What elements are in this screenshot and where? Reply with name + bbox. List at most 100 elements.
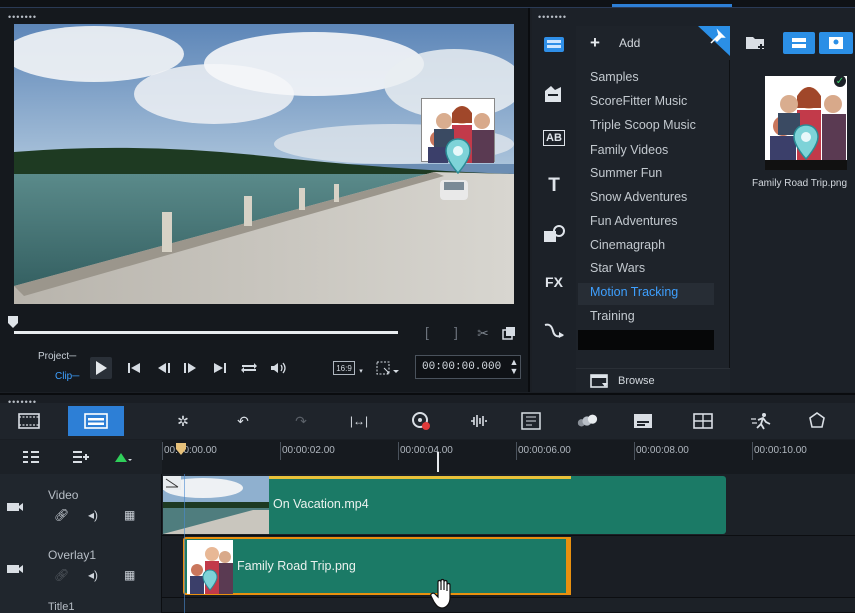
instant-project-icon[interactable]	[540, 82, 568, 106]
enable-track-icon[interactable]: ▦	[124, 568, 135, 582]
time-remapping-icon[interactable]	[750, 410, 772, 432]
folder-item-selected[interactable]: Motion Tracking	[590, 285, 678, 299]
list-view-icon	[792, 38, 806, 48]
home-button[interactable]	[124, 359, 144, 377]
media-icon[interactable]	[540, 32, 568, 56]
track-header-column	[0, 474, 162, 613]
timecode-stepper[interactable]: ▲ ▼	[508, 356, 520, 378]
insert-track-icon[interactable]	[72, 450, 90, 467]
previous-frame-button[interactable]	[154, 359, 174, 377]
overlay-clip[interactable]: Family Road Trip.png	[183, 537, 571, 595]
next-frame-button[interactable]	[180, 359, 200, 377]
ruler-label: 00:00:10.00	[754, 445, 807, 456]
tools-icon[interactable]: ✲	[172, 410, 194, 432]
fit-to-window-icon[interactable]: |↔|	[348, 410, 370, 432]
transition-icon[interactable]: AB	[540, 126, 568, 150]
add-marker-icon[interactable]	[114, 452, 132, 467]
scrubber-handle[interactable]	[8, 316, 18, 328]
scrubber-track[interactable]	[14, 331, 398, 334]
folder-item[interactable]: Samples	[590, 70, 639, 84]
panel-grip-icon[interactable]: •••••••	[8, 13, 37, 22]
mark-out-icon[interactable]: ]	[449, 324, 463, 340]
end-button[interactable]	[210, 359, 230, 377]
folder-item[interactable]: Star Wars	[590, 261, 645, 275]
go-to-start-icon	[128, 363, 140, 373]
mark-in-icon[interactable]: [	[420, 324, 434, 340]
library-category-bar: AB T FX	[532, 26, 576, 392]
aspect-ratio-selector[interactable]: 16:9	[333, 361, 355, 375]
folder-item[interactable]: Snow Adventures	[590, 190, 687, 204]
enlarge-preview-icon[interactable]	[500, 324, 518, 342]
timeline-view-button[interactable]	[68, 406, 124, 436]
folder-item[interactable]: Fun Adventures	[590, 214, 678, 228]
undo-icon[interactable]: ↶	[232, 410, 254, 432]
timecode-value: 00:00:00.000	[422, 361, 502, 373]
ruler-tick	[398, 442, 399, 460]
folder-item[interactable]: Training	[590, 309, 635, 323]
add-folder-button[interactable]: Add	[619, 36, 640, 50]
clip-mode-label[interactable]: Clip─	[55, 371, 79, 382]
plus-icon[interactable]: +	[590, 33, 600, 53]
add-folder-bar: + Add	[576, 26, 730, 60]
folder-item[interactable]: Summer Fun	[590, 166, 662, 180]
filter-icon[interactable]: FX	[540, 270, 568, 294]
previous-frame-icon	[158, 363, 170, 373]
new-folder-name-field[interactable]	[578, 330, 714, 350]
media-thumbnail[interactable]	[765, 76, 847, 170]
subtitle-editor-icon[interactable]	[632, 410, 654, 432]
link-icon[interactable]: 🔗︎	[54, 508, 69, 522]
view-thumbnail-button[interactable]	[819, 32, 853, 54]
speaker-icon	[271, 362, 286, 374]
video-track-name: Video	[48, 488, 79, 502]
aspect-ratio-label: 16:9	[336, 363, 352, 373]
multi-camera-icon[interactable]	[692, 410, 714, 432]
record-capture-icon[interactable]	[410, 410, 432, 432]
folder-item[interactable]: Family Videos	[590, 143, 668, 157]
volume-button[interactable]	[268, 359, 290, 377]
video-clip[interactable]: On Vacation.mp4	[163, 476, 726, 534]
project-mode-text: Project	[38, 351, 70, 362]
link-icon[interactable]: 🔗︎	[54, 568, 69, 582]
tracking-pin-icon[interactable]	[445, 138, 471, 177]
folder-item[interactable]: Cinemagraph	[590, 238, 665, 252]
ruler-label: 00:00:04.00	[400, 445, 453, 456]
mute-track-icon[interactable]: ◂)	[88, 508, 98, 522]
audio-mixer-icon[interactable]	[468, 410, 490, 432]
mute-track-icon[interactable]: ◂)	[88, 568, 98, 582]
import-media-icon[interactable]	[745, 34, 767, 55]
browse-button[interactable]: Browse	[618, 375, 655, 387]
video-track-icon	[6, 500, 24, 517]
playhead-marker-icon[interactable]	[176, 443, 186, 458]
pin-panel-icon[interactable]	[698, 26, 730, 59]
timecode-field[interactable]: 00:00:00.000	[415, 355, 521, 379]
view-list-button[interactable]	[783, 32, 815, 54]
hand-cursor-icon	[430, 578, 456, 613]
repeat-button[interactable]	[238, 359, 260, 377]
storyboard-view-icon[interactable]	[18, 410, 40, 432]
redo-icon[interactable]: ↷	[290, 410, 312, 432]
repeat-icon	[241, 363, 257, 373]
title-icon[interactable]: T	[540, 174, 568, 198]
video-clip-label: On Vacation.mp4	[273, 497, 369, 511]
aspect-ratio-dropdown-icon[interactable]: ▾	[357, 366, 365, 376]
play-button[interactable]	[90, 357, 112, 379]
enable-track-icon[interactable]: ▦	[124, 508, 135, 522]
video-preview[interactable]	[14, 24, 514, 304]
resize-icon	[376, 361, 399, 375]
preview-frame	[14, 24, 514, 304]
mask-creator-icon[interactable]	[806, 410, 828, 432]
split-clip-icon[interactable]: ✂	[474, 324, 492, 342]
ruler-tick	[162, 442, 163, 460]
graphics-icon[interactable]	[540, 222, 568, 246]
browse-icon[interactable]	[590, 373, 610, 392]
folder-item[interactable]: ScoreFitter Music	[590, 94, 687, 108]
path-icon[interactable]	[540, 318, 568, 342]
library-grip-icon[interactable]: •••••••	[538, 13, 567, 22]
auto-music-icon[interactable]	[520, 410, 542, 432]
clip-trim-handle[interactable]	[566, 537, 571, 595]
track-manager-icon[interactable]	[22, 450, 40, 467]
project-mode-label[interactable]: Project─	[38, 351, 76, 362]
preview-size-button[interactable]	[373, 359, 403, 377]
motion-tracking-icon[interactable]	[576, 410, 598, 432]
folder-item[interactable]: Triple Scoop Music	[590, 118, 696, 132]
